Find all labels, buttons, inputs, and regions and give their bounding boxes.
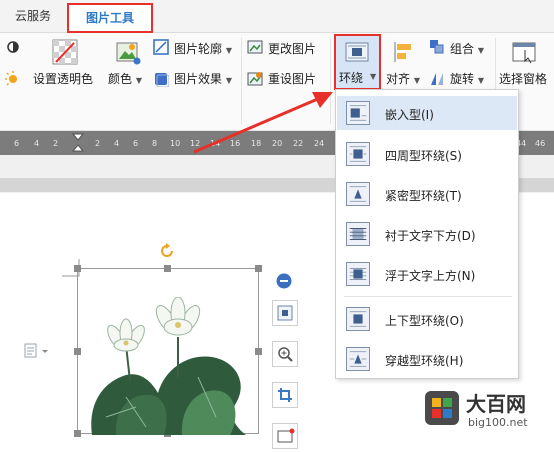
wrap-inline-icon [346, 101, 370, 125]
wrap-text-label: 环绕 [339, 71, 364, 85]
big100-logo-icon [425, 391, 459, 425]
ruler-tick: 2 [53, 139, 59, 148]
watermark-title: 大百网 [466, 392, 526, 416]
wrap-text-dropdown-menu: 嵌入型(I) 四周型环绕(S) 紧密型环绕(T) 衬于文字下方(D) 浮于文字上… [335, 89, 519, 379]
wrap-option-label: 上下型环绕(O) [385, 314, 464, 328]
chevron-down-icon: ▼ [370, 72, 377, 81]
collapse-toolbar-icon[interactable] [276, 273, 292, 289]
ruler-tick: 6 [133, 139, 139, 148]
rotate-label: 旋转 [450, 72, 475, 86]
color-label: 颜色 [108, 72, 133, 86]
ruler-tick: 6 [14, 139, 20, 148]
rotate-icon[interactable] [429, 71, 445, 87]
ruler-tick: 8 [152, 139, 158, 148]
picture-color-icon[interactable] [115, 39, 141, 65]
rotate-button[interactable]: 旋转 ▼ [450, 70, 484, 87]
ruler-tick: 10 [170, 139, 181, 148]
brightness-icon[interactable] [5, 40, 21, 54]
reset-picture-button[interactable]: 重设图片 [268, 70, 316, 87]
set-transparent-color-button[interactable]: 设置透明色 [33, 70, 93, 87]
ruler-tick: 4 [114, 139, 120, 148]
chevron-down-icon: ▼ [225, 46, 232, 55]
wrap-option-label: 四周型环绕(S) [385, 149, 462, 163]
wrap-option-label: 浮于文字上方(N) [385, 269, 476, 283]
change-picture-icon[interactable] [247, 39, 263, 55]
wrap-behind-text-icon [346, 222, 370, 246]
resize-handle[interactable] [255, 348, 262, 355]
wrap-option-label: 紧密型环绕(T) [385, 189, 462, 203]
change-picture-button[interactable]: 更改图片 [268, 40, 316, 57]
tab-picture-tools[interactable]: 图片工具 [67, 3, 153, 33]
reset-picture-icon[interactable] [247, 71, 263, 87]
zoom-picture-button[interactable] [272, 341, 298, 367]
sun-icon[interactable] [5, 71, 21, 87]
paste-options-icon[interactable] [24, 343, 52, 359]
wrap-in-front-icon [346, 262, 370, 286]
layout-options-button[interactable] [272, 300, 298, 326]
wrap-tight-option[interactable]: 紧密型环绕(T) [337, 177, 517, 211]
lotus-picture[interactable] [86, 297, 256, 437]
tab-cloud-service[interactable]: 云服务 [15, 7, 51, 24]
wrap-layout-icon [277, 305, 293, 321]
menu-divider [344, 296, 512, 297]
wrap-top-bottom-option[interactable]: 上下型环绕(O) [337, 302, 517, 336]
watermark-logo: 大百网 big100.net [418, 382, 552, 450]
chevron-down-icon: ▼ [225, 76, 232, 85]
resize-handle[interactable] [74, 265, 81, 272]
indent-marker-icon[interactable] [72, 133, 84, 153]
wrap-square-icon [346, 142, 370, 166]
align-label: 对齐 [386, 72, 411, 86]
ruler-tick: 2 [95, 139, 101, 148]
wrap-option-label: 穿越型环绕(H) [385, 354, 464, 368]
group-icon[interactable] [429, 39, 445, 55]
picture-effects-icon[interactable] [153, 71, 169, 87]
zoom-in-icon [278, 347, 293, 362]
picture-frame-icon [277, 428, 295, 443]
wrap-inline-option[interactable]: 嵌入型(I) [337, 96, 517, 130]
chevron-down-icon: ▼ [135, 76, 142, 85]
picture-extras-button[interactable] [272, 423, 298, 449]
wrap-text-button[interactable]: 环绕 ▼ [334, 34, 381, 90]
picture-outline-icon[interactable] [153, 39, 169, 55]
wrap-tight-icon [346, 182, 370, 206]
group-button[interactable]: 组合 ▼ [450, 40, 484, 57]
wrap-through-icon [346, 347, 370, 371]
ruler-tick: 4 [34, 139, 40, 148]
chevron-down-icon: ▼ [477, 76, 484, 85]
wrap-behind-text-option[interactable]: 衬于文字下方(D) [337, 217, 517, 251]
transparent-color-icon[interactable] [52, 39, 78, 65]
selection-pane-icon[interactable] [512, 40, 536, 64]
rotate-handle-icon[interactable] [158, 242, 176, 260]
wrap-option-label: 嵌入型(I) [385, 108, 434, 122]
resize-handle[interactable] [255, 265, 262, 272]
picture-effects-button[interactable]: 图片效果 ▼ [174, 70, 232, 87]
ruler-tick: 46 [535, 139, 546, 148]
color-button[interactable]: 颜色 ▼ [108, 70, 142, 87]
wrap-in-front-option[interactable]: 浮于文字上方(N) [337, 257, 517, 291]
picture-outline-button[interactable]: 图片轮廓 ▼ [174, 40, 232, 57]
red-arrow-annotation [193, 92, 333, 154]
group-label: 组合 [450, 42, 475, 56]
align-button[interactable]: 对齐 ▼ [386, 70, 420, 87]
tab-bar: 云服务 图片工具 [0, 0, 554, 33]
chevron-down-icon: ▼ [413, 76, 420, 85]
align-icon[interactable] [393, 41, 413, 63]
resize-handle[interactable] [164, 265, 171, 272]
picture-effects-label: 图片效果 [174, 72, 223, 86]
selection-pane-button[interactable]: 选择窗格 [499, 70, 547, 87]
resize-handle[interactable] [74, 430, 81, 437]
wrap-square-option[interactable]: 四周型环绕(S) [337, 137, 517, 171]
crop-icon [278, 388, 292, 402]
wrap-through-option[interactable]: 穿越型环绕(H) [337, 342, 517, 376]
resize-handle[interactable] [74, 348, 81, 355]
picture-outline-label: 图片轮廓 [174, 42, 223, 56]
watermark-url: big100.net [468, 416, 528, 429]
crop-button[interactable] [272, 382, 298, 408]
wrap-top-bottom-icon [346, 307, 370, 331]
wrap-option-label: 衬于文字下方(D) [385, 229, 476, 243]
wrap-text-icon [345, 42, 369, 62]
chevron-down-icon: ▼ [477, 46, 484, 55]
